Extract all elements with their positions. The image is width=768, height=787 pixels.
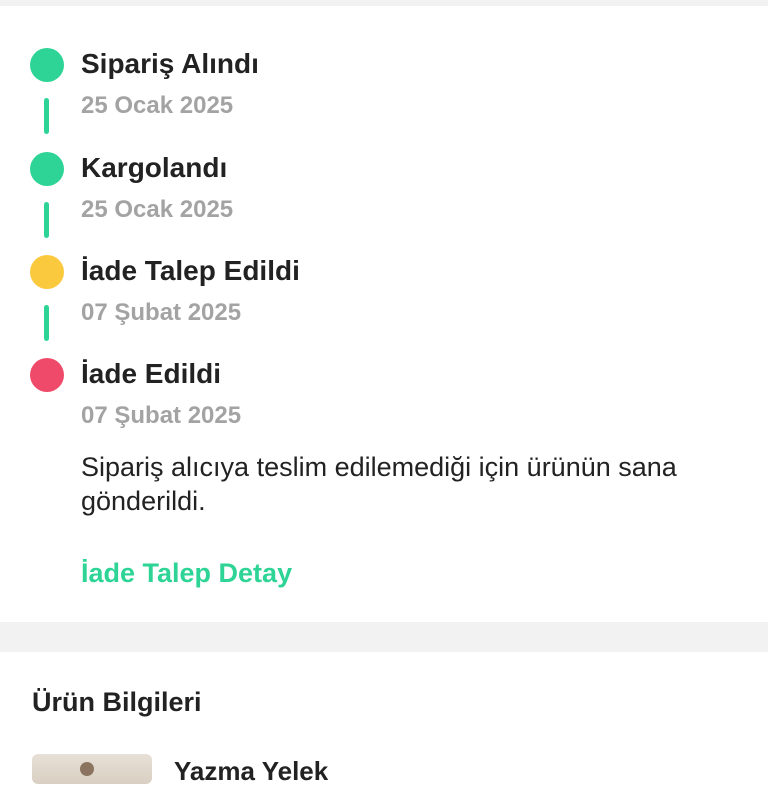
status-dot-icon <box>30 255 64 289</box>
product-thumbnail-image[interactable] <box>32 754 152 784</box>
product-info-heading: Ürün Bilgileri <box>32 687 202 717</box>
step-date: 25 Ocak 2025 <box>81 92 234 119</box>
timeline-connector <box>44 98 49 134</box>
return-request-detail-link[interactable]: İade Talep Detay <box>81 558 292 589</box>
timeline-connector <box>44 202 49 238</box>
product-name[interactable]: Yazma Yelek <box>174 756 328 787</box>
step-title: İade Edildi <box>81 358 222 389</box>
step-title: İade Talep Edildi <box>81 255 300 286</box>
timeline-connector <box>44 305 49 341</box>
top-section-divider <box>0 0 768 6</box>
step-title: Kargolandı <box>81 152 228 183</box>
status-dot-icon <box>30 152 64 186</box>
step-date: 25 Ocak 2025 <box>81 196 234 223</box>
status-dot-icon <box>30 358 64 392</box>
section-divider <box>0 622 768 652</box>
step-title: Sipariş Alındı <box>81 48 259 79</box>
return-description: Sipariş alıcıya teslim edilemediği için … <box>81 452 677 516</box>
product-image-detail <box>80 762 94 776</box>
step-date: 07 Şubat 2025 <box>81 402 242 429</box>
step-date: 07 Şubat 2025 <box>81 299 242 326</box>
status-dot-icon <box>30 48 64 82</box>
